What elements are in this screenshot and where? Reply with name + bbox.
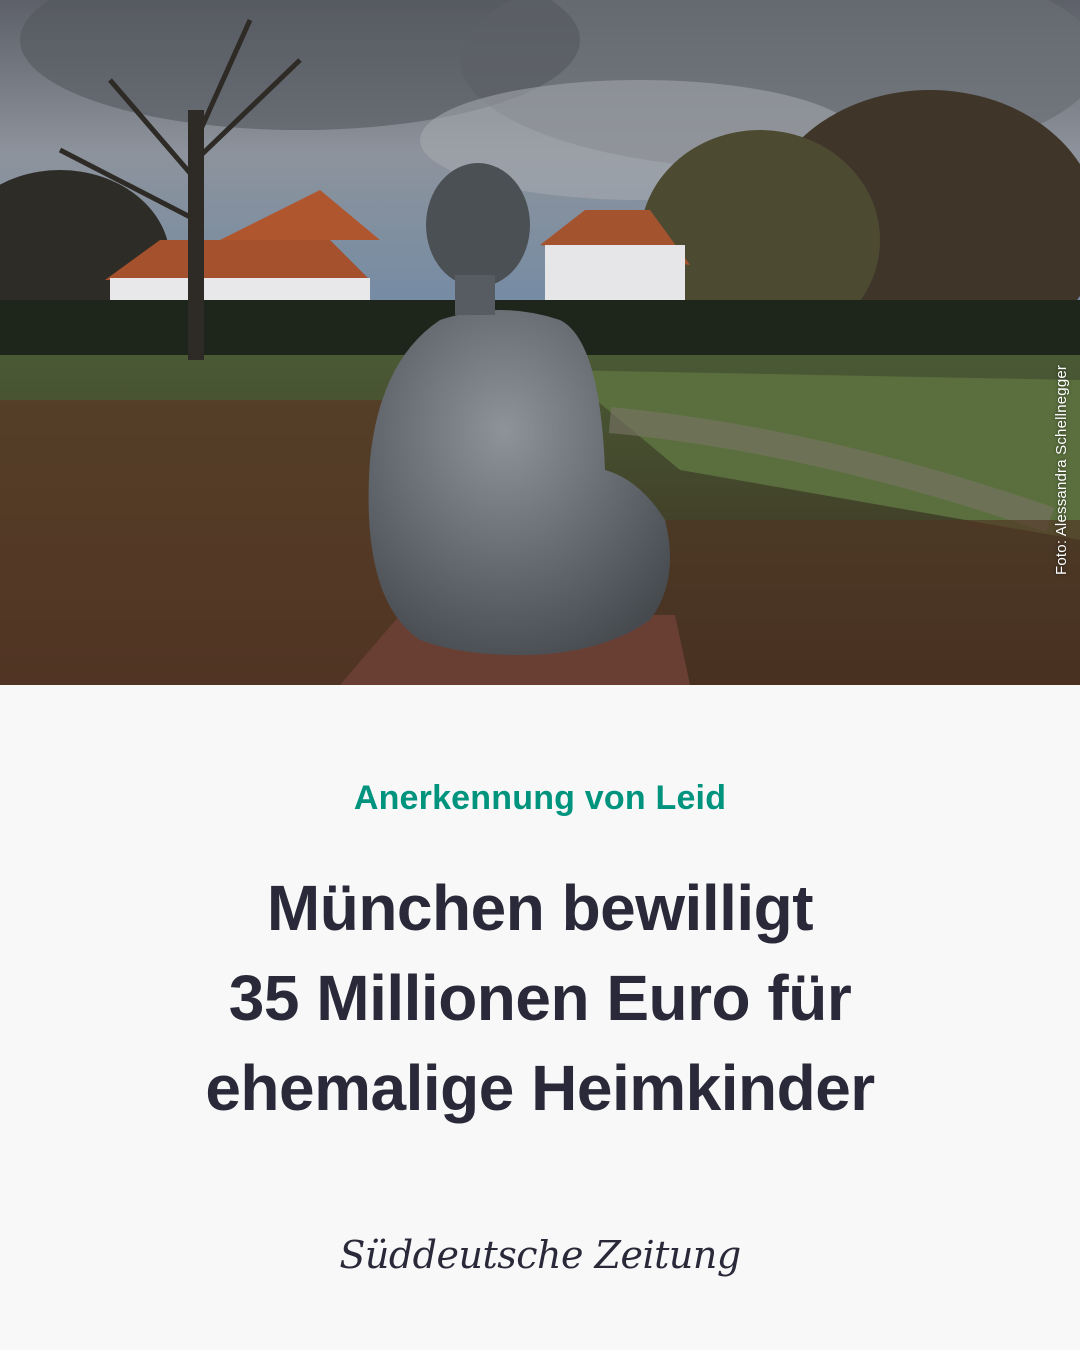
headline-line: München bewilligt <box>266 872 814 944</box>
article-teaser: Anerkennung von Leid München bewilligt 3… <box>0 685 1080 1350</box>
headline-line: 35 Millionen Euro für <box>228 962 852 1034</box>
brand-logo: Süddeutsche Zeitung <box>339 1233 741 1277</box>
photo-credit: Foto: Alessandra Schellnegger <box>1053 364 1070 575</box>
hero-photo: Foto: Alessandra Schellnegger <box>0 0 1080 685</box>
article-kicker: Anerkennung von Leid <box>353 779 727 817</box>
headline-line: ehemalige Heimkinder <box>205 1052 875 1124</box>
article-headline: München bewilligt 35 Millionen Euro für … <box>40 863 1040 1133</box>
photo-illustration <box>0 0 1080 685</box>
